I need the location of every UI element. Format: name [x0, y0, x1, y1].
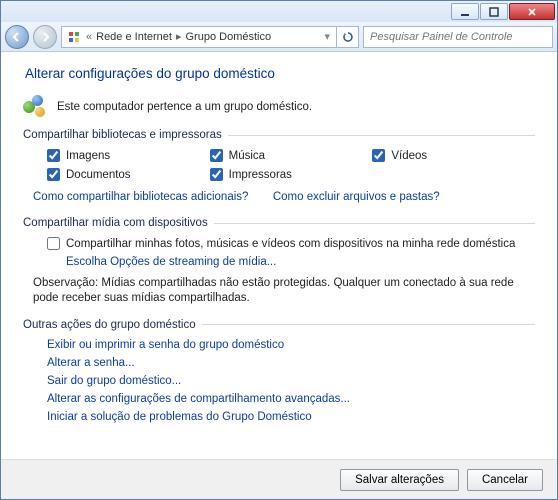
link-exclude-files[interactable]: Como excluir arquivos e pastas?	[273, 191, 440, 203]
chevron-down-icon[interactable]: ▾	[322, 30, 332, 43]
section-header-label: Compartilhar mídia com dispositivos	[23, 217, 208, 229]
section-header-devices: Compartilhar mídia com dispositivos	[23, 217, 535, 229]
checkbox-imagens[interactable]: Imagens	[47, 149, 210, 162]
search-input[interactable]	[370, 31, 546, 43]
forward-button[interactable]	[33, 25, 57, 49]
checkbox-input[interactable]	[372, 149, 385, 162]
checkbox-label: Compartilhar minhas fotos, músicas e víd…	[66, 237, 515, 252]
belongs-row: Este computador pertence a um grupo domé…	[23, 95, 535, 119]
breadcrumb-item[interactable]: Rede e Internet	[96, 31, 172, 43]
link-show-password[interactable]: Exibir ou imprimir a senha do grupo domé…	[47, 339, 535, 351]
refresh-button[interactable]	[337, 26, 359, 48]
home-icon	[66, 29, 82, 45]
navbar: « Rede e Internet ▸ Grupo Doméstico ▾	[1, 22, 557, 52]
checkbox-musica[interactable]: Música	[210, 149, 373, 162]
chevron-right-icon: ▸	[174, 30, 184, 43]
checkbox-videos[interactable]: Vídeos	[372, 149, 535, 162]
library-check-grid: Imagens Música Vídeos Documentos Impress…	[23, 147, 535, 183]
link-leave-homegroup[interactable]: Sair do grupo doméstico...	[47, 375, 535, 387]
note-text: Observação: Mídias compartilhadas não es…	[23, 270, 535, 313]
share-media-block: Compartilhar minhas fotos, músicas e víd…	[23, 235, 535, 270]
checkbox-label: Impressoras	[229, 169, 292, 181]
belongs-text: Este computador pertence a um grupo domé…	[57, 101, 312, 113]
checkbox-label: Vídeos	[391, 150, 427, 162]
checkbox-label: Imagens	[66, 150, 110, 162]
link-change-password[interactable]: Alterar a senha...	[47, 357, 535, 369]
chevron-left-icon: «	[84, 31, 94, 43]
section-header-label: Compartilhar bibliotecas e impressoras	[23, 129, 222, 141]
checkbox-label: Música	[229, 150, 265, 162]
link-stream-options[interactable]: Escolha Opções de streaming de mídia...	[66, 256, 276, 268]
checkbox-share-media[interactable]	[47, 237, 60, 250]
page-title: Alterar configurações do grupo doméstico	[23, 62, 535, 95]
minimize-button[interactable]	[451, 3, 479, 20]
breadcrumb-item[interactable]: Grupo Doméstico	[186, 31, 272, 43]
cancel-button[interactable]: Cancelar	[467, 469, 543, 491]
link-troubleshoot[interactable]: Iniciar a solução de problemas do Grupo …	[47, 411, 535, 423]
link-advanced-settings[interactable]: Alterar as configurações de compartilham…	[47, 393, 535, 405]
save-button[interactable]: Salvar alterações	[340, 469, 459, 491]
section-header-other: Outras ações do grupo doméstico	[23, 319, 535, 331]
checkbox-label: Documentos	[66, 169, 131, 181]
back-button[interactable]	[5, 25, 29, 49]
window: « Rede e Internet ▸ Grupo Doméstico ▾ Al…	[0, 0, 558, 500]
footer: Salvar alterações Cancelar	[1, 459, 557, 499]
other-actions-list: Exibir ou imprimir a senha do grupo domé…	[23, 337, 535, 423]
homegroup-icon	[23, 95, 47, 119]
checkbox-input[interactable]	[210, 149, 223, 162]
section-header-label: Outras ações do grupo doméstico	[23, 319, 196, 331]
content: Alterar configurações do grupo doméstico…	[1, 52, 557, 459]
breadcrumb[interactable]: « Rede e Internet ▸ Grupo Doméstico ▾	[61, 26, 337, 48]
section-header-libraries: Compartilhar bibliotecas e impressoras	[23, 129, 535, 141]
maximize-button[interactable]	[480, 3, 508, 20]
checkbox-input[interactable]	[210, 168, 223, 181]
library-links: Como compartilhar bibliotecas adicionais…	[23, 183, 535, 211]
search-wrap	[363, 26, 553, 48]
checkbox-impressoras[interactable]: Impressoras	[210, 168, 373, 181]
checkbox-input[interactable]	[47, 149, 60, 162]
link-share-more-libraries[interactable]: Como compartilhar bibliotecas adicionais…	[33, 191, 248, 203]
checkbox-documentos[interactable]: Documentos	[47, 168, 210, 181]
titlebar	[1, 1, 557, 22]
checkbox-input[interactable]	[47, 168, 60, 181]
close-button[interactable]	[509, 3, 555, 20]
